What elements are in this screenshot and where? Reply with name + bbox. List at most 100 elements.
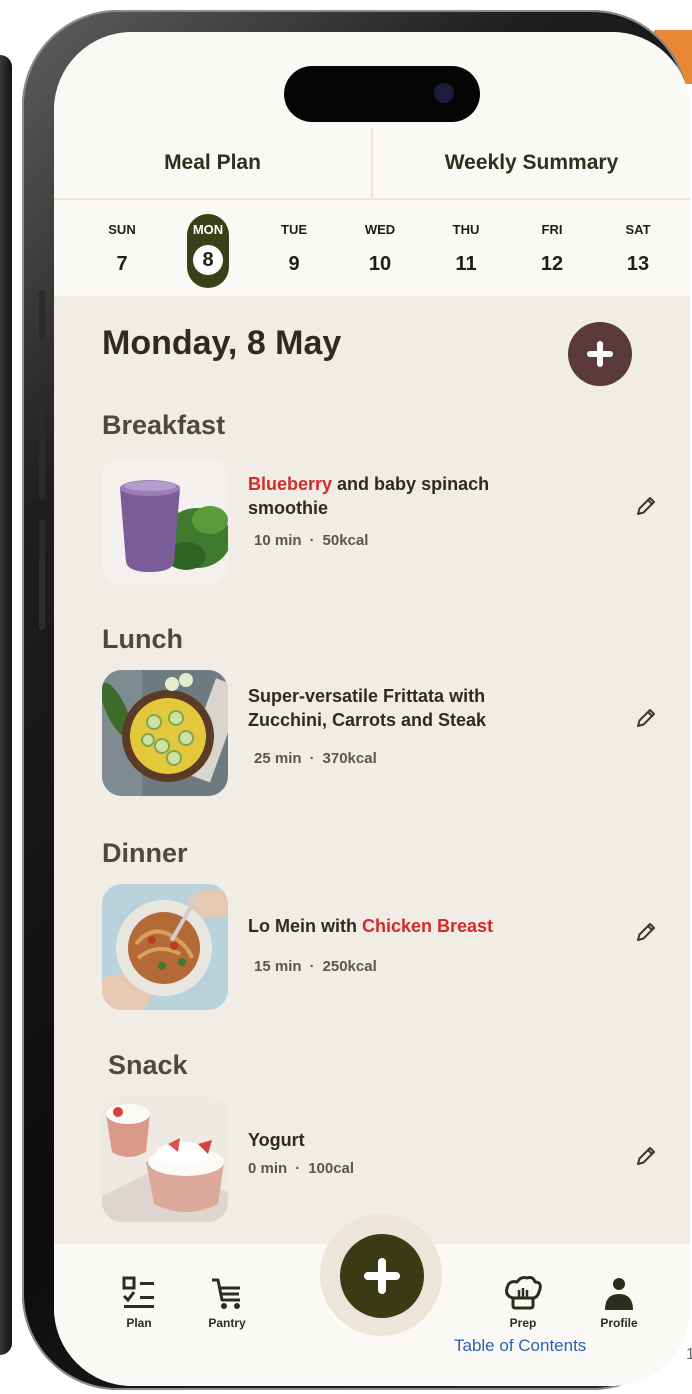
meal-name: Super-versatile Frittata with Zucchini, … xyxy=(248,686,487,730)
day-mon-selected[interactable]: MON 8 xyxy=(180,208,236,292)
day-tue[interactable]: TUE 9 xyxy=(266,208,322,292)
lo-mein-thumbnail xyxy=(102,884,228,1010)
calories: 50kcal xyxy=(322,532,369,549)
prep-time: 25 min xyxy=(254,750,302,767)
day-fri[interactable]: FRI 12 xyxy=(524,208,580,292)
meal-name: Lo Mein with Chicken Breast xyxy=(248,914,568,938)
plus-icon xyxy=(587,341,613,367)
yogurt-thumbnail xyxy=(102,1096,228,1222)
day-number: 8 xyxy=(193,245,223,275)
meal-info: Super-versatile Frittata with Zucchini, … xyxy=(248,684,568,767)
day-number: 9 xyxy=(288,253,300,275)
meal-info: Yogurt 0 min · 100cal xyxy=(248,1128,568,1177)
pencil-icon xyxy=(637,497,655,515)
meta-separator: · xyxy=(309,958,315,975)
prep-time: 15 min xyxy=(254,958,302,975)
meta-separator: · xyxy=(309,532,315,549)
pencil-icon xyxy=(637,709,655,727)
day-name: THU xyxy=(452,222,480,237)
add-button[interactable] xyxy=(340,1234,424,1318)
meal-item-snack[interactable]: Yogurt 0 min · 100cal xyxy=(102,1096,662,1224)
table-of-contents-link[interactable]: Table of Contents xyxy=(454,1336,586,1356)
meal-meta: 15 min · 250kcal xyxy=(254,958,568,975)
view-tabs: Meal Plan Weekly Summary xyxy=(54,128,690,200)
meta-separator: · xyxy=(309,750,315,767)
nav-prep[interactable]: Prep xyxy=(488,1274,558,1330)
meal-item-lunch[interactable]: Super-versatile Frittata with Zucchini, … xyxy=(102,670,662,798)
day-name: SUN xyxy=(108,222,136,237)
camera-icon xyxy=(434,83,454,103)
section-title-snack: Snack xyxy=(108,1050,188,1080)
day-number: 13 xyxy=(626,253,650,275)
meal-meta: 10 min · 50kcal xyxy=(254,532,568,549)
day-number: 11 xyxy=(455,253,477,275)
cart-icon xyxy=(212,1278,240,1309)
calories: 250kcal xyxy=(322,958,377,975)
date-heading: Monday, 8 May xyxy=(102,324,342,362)
section-title-dinner: Dinner xyxy=(102,838,188,868)
pencil-icon xyxy=(637,923,655,941)
edit-snack-button[interactable] xyxy=(630,1140,662,1172)
phone-screen: Meal Plan Weekly Summary SUN 7 MON 8 TUE… xyxy=(54,32,690,1386)
edit-dinner-button[interactable] xyxy=(630,916,662,948)
day-number: 7 xyxy=(116,253,128,275)
day-thu[interactable]: THU 11 xyxy=(438,208,494,292)
nav-plan[interactable]: Plan xyxy=(104,1274,174,1330)
day-name: SAT xyxy=(625,222,651,237)
highlighted-ingredient: Chicken Breast xyxy=(362,916,494,936)
calories: 370kcal xyxy=(322,750,377,767)
add-meal-button[interactable] xyxy=(568,322,632,386)
action-button xyxy=(39,290,45,340)
nav-profile[interactable]: Profile xyxy=(584,1274,654,1330)
meal-name: Blueberry and baby spinach smoothie xyxy=(248,472,568,520)
frittata-thumbnail xyxy=(102,670,228,796)
day-sun[interactable]: SUN 7 xyxy=(94,208,150,292)
user-icon xyxy=(605,1278,633,1310)
meal-meta: 0 min · 100cal xyxy=(248,1160,568,1177)
prep-time: 10 min xyxy=(254,532,302,549)
meal-item-breakfast[interactable]: Blueberry and baby spinach smoothie 10 m… xyxy=(102,458,662,586)
volume-up-button xyxy=(39,390,45,500)
volume-down-button xyxy=(39,520,45,630)
page-number: 1 xyxy=(686,1346,692,1363)
tab-meal-plan[interactable]: Meal Plan xyxy=(54,128,371,198)
day-name: WED xyxy=(364,222,396,237)
highlighted-ingredient: Blueberry xyxy=(248,474,333,494)
section-title-lunch: Lunch xyxy=(102,624,183,654)
nav-label: Plan xyxy=(126,1316,152,1330)
checklist-icon xyxy=(122,1276,154,1308)
chef-hat-icon xyxy=(505,1276,542,1310)
meal-item-dinner[interactable]: Lo Mein with Chicken Breast 15 min · 250kc… xyxy=(102,884,662,1012)
nav-label: Profile xyxy=(600,1316,638,1330)
dynamic-island xyxy=(284,66,480,122)
stage: Meal Plan Weekly Summary SUN 7 MON 8 TUE… xyxy=(0,0,692,1394)
calories: 100cal xyxy=(308,1160,355,1177)
smoothie-thumbnail xyxy=(102,458,228,584)
day-name: TUE xyxy=(281,222,307,237)
day-selector: SUN 7 MON 8 TUE 9 WED 10 THU 11 FRI 12 S… xyxy=(94,208,666,292)
prep-time: 0 min xyxy=(248,1160,288,1177)
nav-label: Prep xyxy=(509,1316,537,1330)
nav-pantry[interactable]: Pantry xyxy=(192,1274,262,1330)
phone-frame: Meal Plan Weekly Summary SUN 7 MON 8 TUE… xyxy=(22,10,690,1390)
section-title-breakfast: Breakfast xyxy=(102,410,226,440)
bottom-navigation: Plan Pantry Prep Profile xyxy=(54,1214,690,1386)
day-name: MON xyxy=(192,222,224,237)
edit-lunch-button[interactable] xyxy=(630,702,662,734)
meal-name-start: Lo Mein with xyxy=(248,916,362,936)
day-number: 12 xyxy=(540,253,564,275)
meal-name: Yogurt xyxy=(248,1130,305,1150)
adjacent-device-edge xyxy=(0,55,12,1355)
day-wed[interactable]: WED 10 xyxy=(352,208,408,292)
meal-meta: 25 min · 370kcal xyxy=(254,750,568,767)
day-name: FRI xyxy=(541,222,563,237)
meal-info: Blueberry and baby spinach smoothie 10 m… xyxy=(248,472,568,549)
day-sat[interactable]: SAT 13 xyxy=(610,208,666,292)
plus-icon xyxy=(364,1258,400,1294)
meta-separator: · xyxy=(295,1160,301,1177)
day-number: 10 xyxy=(368,253,392,275)
edit-breakfast-button[interactable] xyxy=(630,490,662,522)
meal-info: Lo Mein with Chicken Breast 15 min · 250kc… xyxy=(248,914,568,975)
pencil-icon xyxy=(637,1147,655,1165)
tab-weekly-summary[interactable]: Weekly Summary xyxy=(371,128,690,198)
